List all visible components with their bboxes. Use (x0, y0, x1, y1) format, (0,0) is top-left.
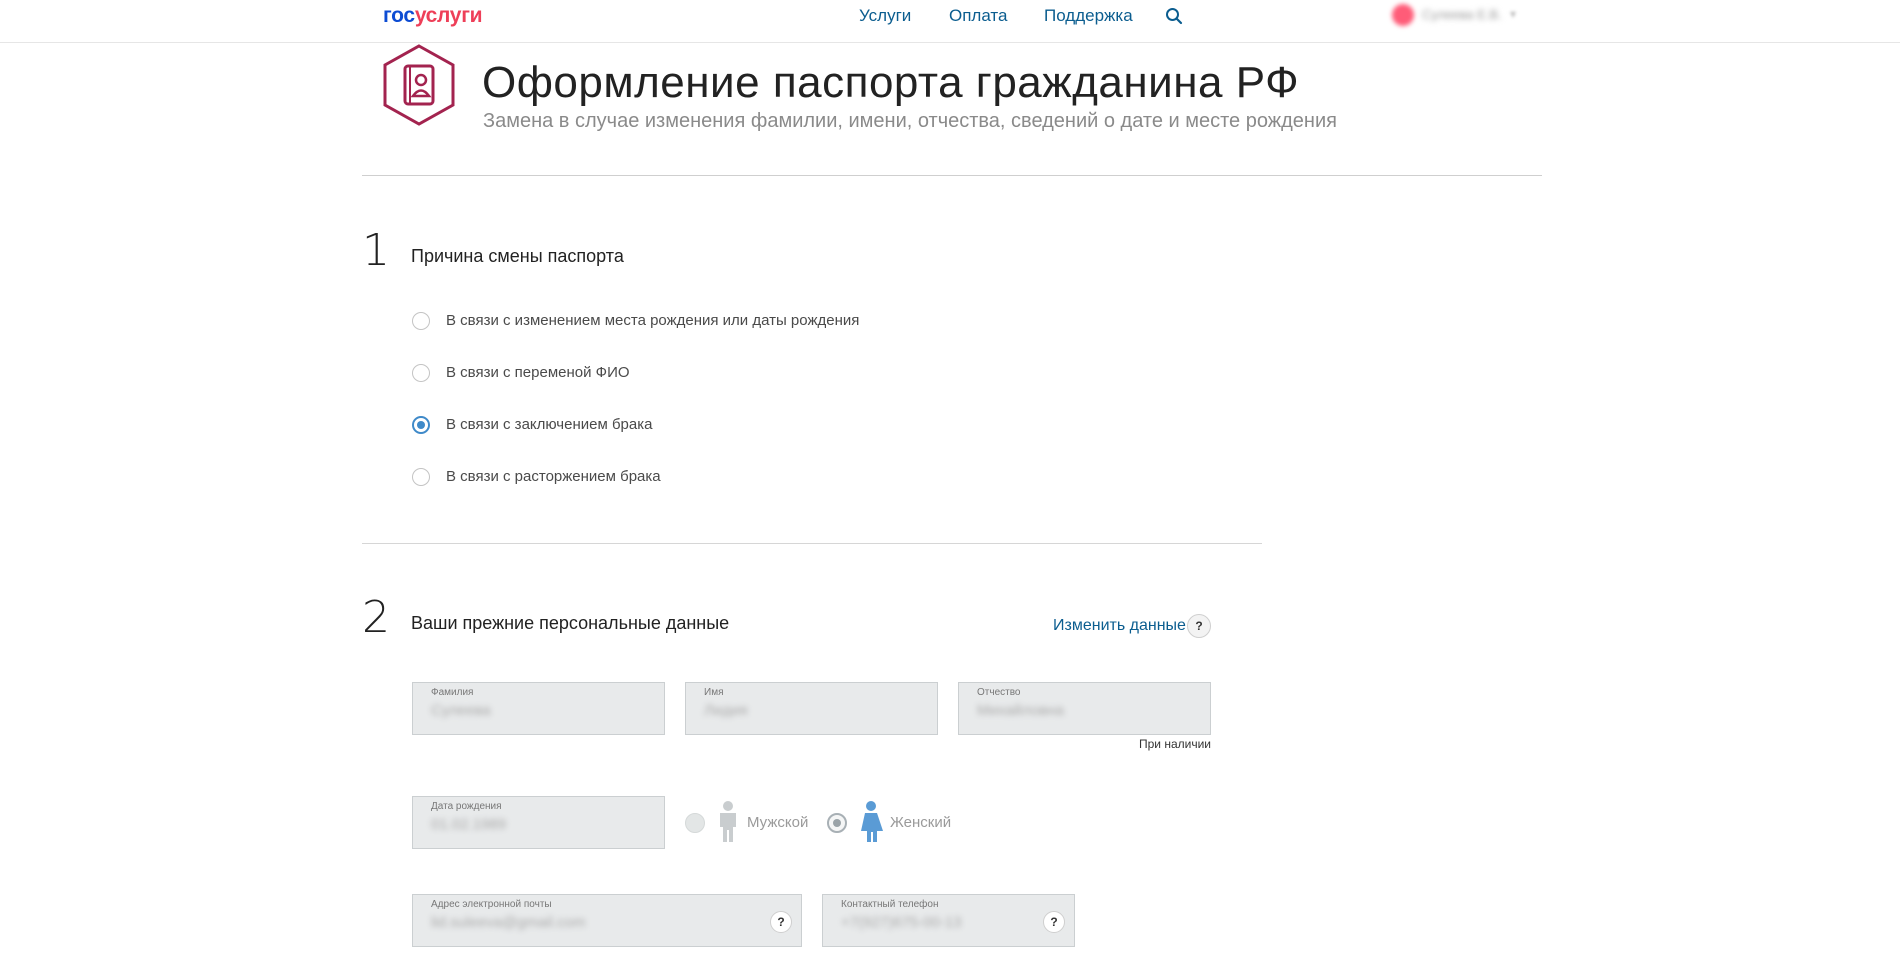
gender-female-label: Женский (890, 814, 952, 831)
avatar (1392, 4, 1414, 26)
nav-services[interactable]: Услуги (859, 6, 911, 26)
step-number-1: 1 (362, 225, 390, 276)
divider (362, 175, 1542, 176)
gosuslugi-logo[interactable]: госуслуги (383, 4, 483, 28)
name-field[interactable]: Имя Лидия (685, 682, 938, 735)
step-title-1: Причина смены паспорта (411, 246, 624, 266)
surname-field[interactable]: Фамилия Сулеева (412, 682, 665, 735)
patronymic-note: При наличии (1139, 737, 1211, 751)
change-data-link[interactable]: Изменить данные (1053, 617, 1186, 635)
birthdate-field[interactable]: Дата рождения 01.02.1989 (412, 796, 665, 849)
gender-male-radio[interactable] (685, 813, 705, 833)
step-title-2: Ваши прежние персональные данные (411, 613, 730, 633)
male-person-icon (715, 801, 741, 848)
female-person-icon (857, 801, 885, 848)
gender-male-label: Мужской (747, 814, 809, 831)
email-field[interactable]: Адрес электронной почты lid.suleeva@gmai… (412, 894, 802, 947)
search-icon[interactable] (1165, 7, 1183, 30)
radio-button[interactable] (412, 364, 430, 382)
help-icon[interactable]: ? (1187, 614, 1211, 638)
help-icon[interactable]: ? (1043, 911, 1065, 933)
gender-female-radio[interactable] (827, 813, 847, 833)
user-name: Сулеева Е.В. (1422, 7, 1502, 22)
nav-support[interactable]: Поддержка (1044, 6, 1133, 26)
page-subtitle: Замена в случае изменения фамилии, имени… (483, 110, 1337, 132)
radio-button[interactable] (412, 312, 430, 330)
chevron-down-icon: ▾ (1510, 7, 1517, 21)
phone-field[interactable]: Контактный телефон +7(927)675-00-13 ? (822, 894, 1075, 947)
patronymic-field[interactable]: Отчество Михайловна (958, 682, 1211, 735)
passport-icon (379, 42, 459, 135)
top-header: госуслуги Услуги Оплата Поддержка Сулеев… (0, 0, 1900, 43)
divider (362, 543, 1262, 544)
radio-button-selected[interactable] (412, 416, 430, 434)
page-title: Оформление паспорта гражданина РФ (482, 58, 1300, 107)
help-icon[interactable]: ? (770, 911, 792, 933)
step-number-2: 2 (362, 592, 390, 643)
nav-payment[interactable]: Оплата (949, 6, 1007, 26)
radio-button[interactable] (412, 468, 430, 486)
